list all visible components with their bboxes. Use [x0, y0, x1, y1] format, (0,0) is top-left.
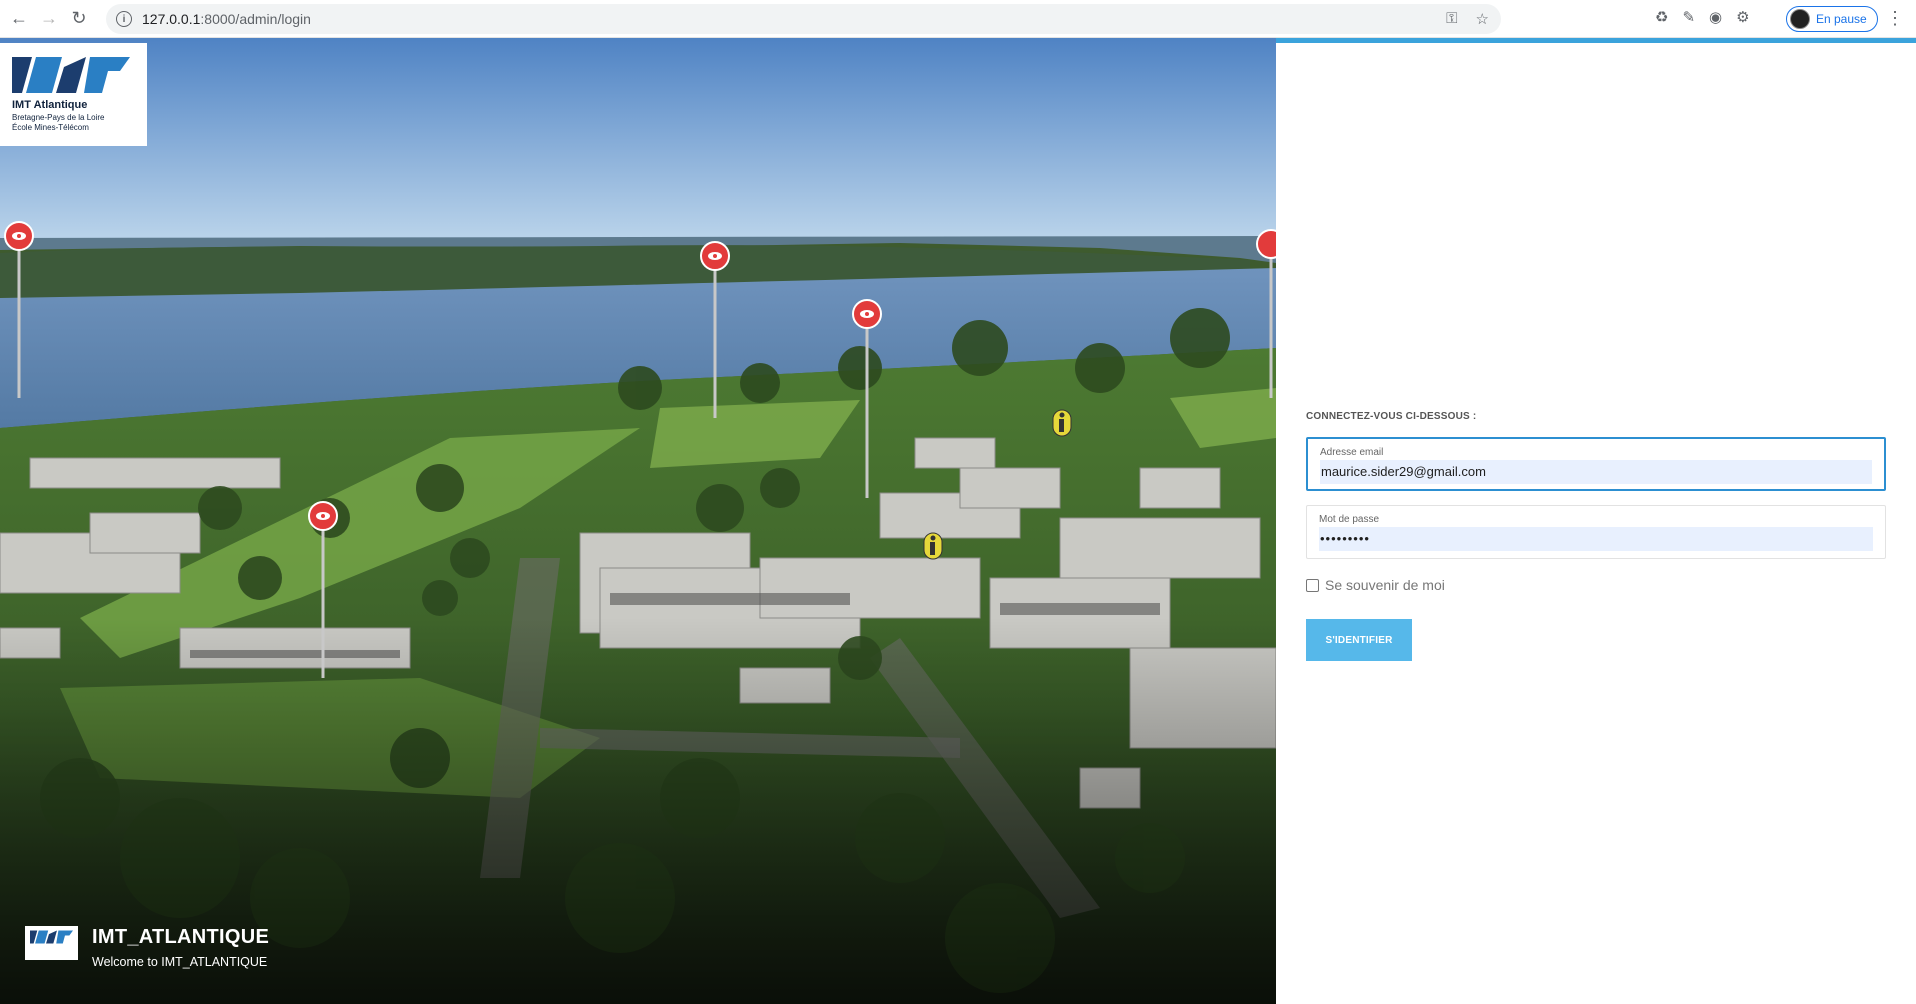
password-input[interactable]: •••••••••	[1319, 527, 1873, 551]
brand-welcome-text: Welcome to IMT_ATLANTIQUE	[92, 955, 268, 969]
recycle-icon[interactable]: ♻	[1655, 8, 1668, 26]
imt-logo: IMT Atlantique Bretagne-Pays de la Loire…	[0, 43, 147, 146]
logo-subtitle-school: École Mines-Télécom	[12, 123, 89, 132]
info-icon[interactable]: i	[116, 11, 132, 27]
imt-small-logo-icon	[30, 930, 73, 944]
email-label: Adresse email	[1320, 447, 1384, 458]
login-button[interactable]: S'IDENTIFIER	[1306, 619, 1412, 661]
remember-me-label[interactable]: Se souvenir de moi	[1325, 577, 1445, 593]
pen-extension-icon[interactable]: ✎	[1682, 8, 1695, 26]
login-form: CONNECTEZ-VOUS CI-DESSOUS : Adresse emai…	[1306, 411, 1886, 661]
forward-icon[interactable]: →	[36, 6, 62, 32]
password-label: Mot de passe	[1319, 514, 1380, 525]
imt-logo-mark-icon	[12, 57, 130, 93]
info-marker-icon[interactable]	[923, 532, 943, 560]
address-bar[interactable]: i 127.0.0.1:8000/admin/login ⚿ ☆	[106, 4, 1501, 34]
brand-title: IMT_ATLANTIQUE	[92, 926, 270, 948]
logo-subtitle-region: Bretagne-Pays de la Loire	[12, 113, 105, 122]
key-icon[interactable]: ⚿	[1446, 10, 1457, 28]
profile-button[interactable]: En pause	[1786, 6, 1878, 32]
campus-hero-image: IMT Atlantique Bretagne-Pays de la Loire…	[0, 38, 1276, 1004]
email-input[interactable]: maurice.sider29@gmail.com	[1320, 460, 1872, 484]
password-field[interactable]: Mot de passe •••••••••	[1306, 505, 1886, 559]
logo-name: IMT Atlantique	[12, 99, 88, 111]
small-logo	[25, 926, 78, 960]
menu-dots-icon[interactable]: ⋮	[1886, 8, 1904, 28]
login-heading: CONNECTEZ-VOUS CI-DESSOUS :	[1306, 411, 1477, 422]
shield-extension-icon[interactable]: ◉	[1709, 8, 1722, 26]
browser-toolbar: ← → ↻ i 127.0.0.1:8000/admin/login ⚿ ☆ ♻…	[0, 0, 1916, 38]
profile-status-label: En pause	[1816, 12, 1867, 26]
email-field[interactable]: Adresse email maurice.sider29@gmail.com	[1306, 437, 1886, 491]
campus-aerial-illustration	[0, 38, 1276, 1004]
brand-footer: IMT_ATLANTIQUE Welcome to IMT_ATLANTIQUE	[25, 926, 269, 969]
avatar	[1790, 9, 1810, 29]
remember-me-checkbox[interactable]	[1306, 578, 1319, 592]
url-text[interactable]: 127.0.0.1:8000/admin/login	[142, 11, 311, 27]
back-icon[interactable]: ←	[6, 6, 32, 32]
remember-me-row[interactable]: Se souvenir de moi	[1306, 577, 1886, 593]
login-panel: CONNECTEZ-VOUS CI-DESSOUS : Adresse emai…	[1276, 38, 1916, 1004]
reload-icon[interactable]: ↻	[66, 6, 92, 32]
star-icon[interactable]: ☆	[1476, 10, 1489, 28]
puzzle-extensions-icon[interactable]: ⚙	[1736, 8, 1749, 26]
info-marker-icon[interactable]	[1052, 409, 1072, 437]
